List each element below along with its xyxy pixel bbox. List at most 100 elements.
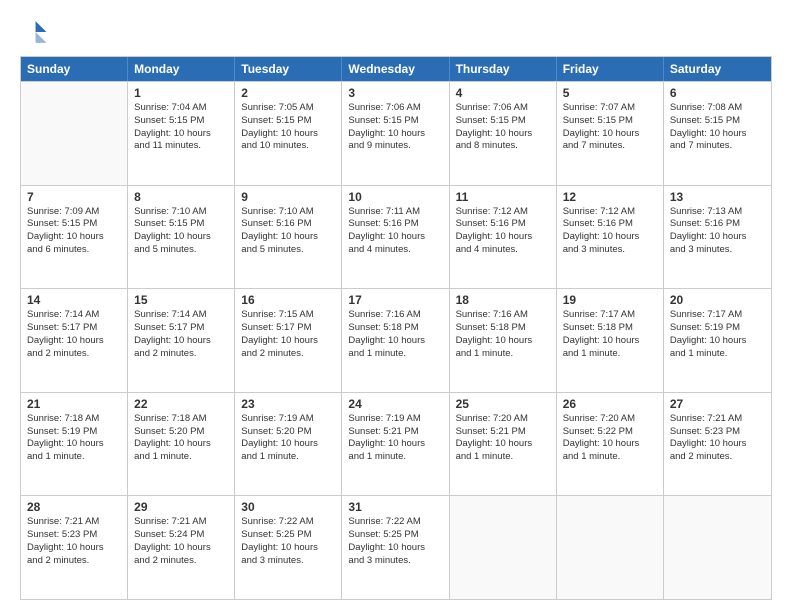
calendar-cell: 14Sunrise: 7:14 AM Sunset: 5:17 PM Dayli… xyxy=(21,289,128,392)
calendar-cell: 24 Sunrise: 7:19 AM Sunset: 5:21 PM Dayli… xyxy=(342,393,449,496)
page: SundayMondayTuesdayWednesdayThursdayFrid… xyxy=(0,0,792,612)
day-number: 27 xyxy=(670,397,765,411)
weekday-header: Saturday xyxy=(664,57,771,81)
calendar-header: SundayMondayTuesdayWednesdayThursdayFrid… xyxy=(21,57,771,81)
day-info: Sunrise: 7:10 AM Sunset: 5:15 PM Dayligh… xyxy=(134,206,228,257)
day-number: 9 xyxy=(241,190,335,204)
day-number: 31 xyxy=(348,500,442,514)
weekday-header: Monday xyxy=(128,57,235,81)
day-number: 5 xyxy=(563,86,657,100)
calendar-cell: 25 Sunrise: 7:20 AM Sunset: 5:21 PM Dayli… xyxy=(450,393,557,496)
calendar-cell: 12 Sunrise: 7:12 AM Sunset: 5:16 PM Dayli… xyxy=(557,186,664,289)
calendar-cell: 10 Sunrise: 7:11 AM Sunset: 5:16 PM Dayli… xyxy=(342,186,449,289)
day-info: Sunrise: 7:17 AM Sunset: 5:19 PM Dayligh… xyxy=(670,309,765,360)
day-info: Sunrise: 7:07 AM Sunset: 5:15 PM Dayligh… xyxy=(563,102,657,153)
day-info: Sunrise: 7:20 AM Sunset: 5:22 PM Dayligh… xyxy=(563,413,657,464)
day-number: 3 xyxy=(348,86,442,100)
day-info: Sunrise: 7:19 AM Sunset: 5:20 PM Dayligh… xyxy=(241,413,335,464)
calendar-body: 1Sunrise: 7:04 AM Sunset: 5:15 PM Daylig… xyxy=(21,81,771,599)
day-info: Sunrise: 7:15 AM Sunset: 5:17 PM Dayligh… xyxy=(241,309,335,360)
day-info: Sunrise: 7:18 AM Sunset: 5:19 PM Dayligh… xyxy=(27,413,121,464)
day-info: Sunrise: 7:06 AM Sunset: 5:15 PM Dayligh… xyxy=(456,102,550,153)
day-info: Sunrise: 7:16 AM Sunset: 5:18 PM Dayligh… xyxy=(348,309,442,360)
calendar-cell: 11Sunrise: 7:12 AM Sunset: 5:16 PM Dayli… xyxy=(450,186,557,289)
day-number: 12 xyxy=(563,190,657,204)
day-info: Sunrise: 7:21 AM Sunset: 5:24 PM Dayligh… xyxy=(134,516,228,567)
day-info: Sunrise: 7:21 AM Sunset: 5:23 PM Dayligh… xyxy=(27,516,121,567)
weekday-header: Friday xyxy=(557,57,664,81)
calendar-cell: 6 Sunrise: 7:08 AM Sunset: 5:15 PM Daylig… xyxy=(664,82,771,185)
day-info: Sunrise: 7:14 AM Sunset: 5:17 PM Dayligh… xyxy=(27,309,121,360)
calendar-cell: 20 Sunrise: 7:17 AM Sunset: 5:19 PM Dayli… xyxy=(664,289,771,392)
day-number: 28 xyxy=(27,500,121,514)
day-info: Sunrise: 7:22 AM Sunset: 5:25 PM Dayligh… xyxy=(241,516,335,567)
day-info: Sunrise: 7:18 AM Sunset: 5:20 PM Dayligh… xyxy=(134,413,228,464)
calendar-cell: 5 Sunrise: 7:07 AM Sunset: 5:15 PM Daylig… xyxy=(557,82,664,185)
day-number: 4 xyxy=(456,86,550,100)
weekday-header: Wednesday xyxy=(342,57,449,81)
calendar-cell xyxy=(557,496,664,599)
day-number: 2 xyxy=(241,86,335,100)
calendar-cell: 18 Sunrise: 7:16 AM Sunset: 5:18 PM Dayli… xyxy=(450,289,557,392)
day-info: Sunrise: 7:17 AM Sunset: 5:18 PM Dayligh… xyxy=(563,309,657,360)
day-number: 21 xyxy=(27,397,121,411)
day-info: Sunrise: 7:09 AM Sunset: 5:15 PM Dayligh… xyxy=(27,206,121,257)
day-info: Sunrise: 7:08 AM Sunset: 5:15 PM Dayligh… xyxy=(670,102,765,153)
calendar-cell: 19 Sunrise: 7:17 AM Sunset: 5:18 PM Dayli… xyxy=(557,289,664,392)
day-info: Sunrise: 7:14 AM Sunset: 5:17 PM Dayligh… xyxy=(134,309,228,360)
calendar-week-row: 1Sunrise: 7:04 AM Sunset: 5:15 PM Daylig… xyxy=(21,81,771,185)
day-number: 6 xyxy=(670,86,765,100)
calendar: SundayMondayTuesdayWednesdayThursdayFrid… xyxy=(20,56,772,600)
logo xyxy=(20,18,52,46)
day-info: Sunrise: 7:22 AM Sunset: 5:25 PM Dayligh… xyxy=(348,516,442,567)
day-number: 20 xyxy=(670,293,765,307)
day-number: 7 xyxy=(27,190,121,204)
calendar-cell xyxy=(664,496,771,599)
weekday-header: Sunday xyxy=(21,57,128,81)
day-info: Sunrise: 7:12 AM Sunset: 5:16 PM Dayligh… xyxy=(563,206,657,257)
day-number: 18 xyxy=(456,293,550,307)
calendar-week-row: 21 Sunrise: 7:18 AM Sunset: 5:19 PM Dayli… xyxy=(21,392,771,496)
calendar-cell: 27Sunrise: 7:21 AM Sunset: 5:23 PM Dayli… xyxy=(664,393,771,496)
day-info: Sunrise: 7:10 AM Sunset: 5:16 PM Dayligh… xyxy=(241,206,335,257)
day-number: 23 xyxy=(241,397,335,411)
calendar-cell: 4 Sunrise: 7:06 AM Sunset: 5:15 PM Daylig… xyxy=(450,82,557,185)
calendar-cell: 8Sunrise: 7:10 AM Sunset: 5:15 PM Daylig… xyxy=(128,186,235,289)
calendar-cell xyxy=(450,496,557,599)
calendar-cell: 23 Sunrise: 7:19 AM Sunset: 5:20 PM Dayli… xyxy=(235,393,342,496)
calendar-cell: 26 Sunrise: 7:20 AM Sunset: 5:22 PM Dayli… xyxy=(557,393,664,496)
calendar-cell: 22 Sunrise: 7:18 AM Sunset: 5:20 PM Dayli… xyxy=(128,393,235,496)
day-number: 15 xyxy=(134,293,228,307)
day-number: 1 xyxy=(134,86,228,100)
calendar-cell: 29 Sunrise: 7:21 AM Sunset: 5:24 PM Dayli… xyxy=(128,496,235,599)
day-number: 29 xyxy=(134,500,228,514)
calendar-week-row: 14Sunrise: 7:14 AM Sunset: 5:17 PM Dayli… xyxy=(21,288,771,392)
day-number: 17 xyxy=(348,293,442,307)
calendar-cell xyxy=(21,82,128,185)
day-number: 19 xyxy=(563,293,657,307)
day-number: 11 xyxy=(456,190,550,204)
weekday-header: Tuesday xyxy=(235,57,342,81)
day-info: Sunrise: 7:19 AM Sunset: 5:21 PM Dayligh… xyxy=(348,413,442,464)
day-info: Sunrise: 7:06 AM Sunset: 5:15 PM Dayligh… xyxy=(348,102,442,153)
calendar-cell: 15 Sunrise: 7:14 AM Sunset: 5:17 PM Dayli… xyxy=(128,289,235,392)
day-number: 10 xyxy=(348,190,442,204)
day-number: 25 xyxy=(456,397,550,411)
day-number: 22 xyxy=(134,397,228,411)
day-info: Sunrise: 7:20 AM Sunset: 5:21 PM Dayligh… xyxy=(456,413,550,464)
calendar-cell: 21 Sunrise: 7:18 AM Sunset: 5:19 PM Dayli… xyxy=(21,393,128,496)
day-number: 24 xyxy=(348,397,442,411)
day-info: Sunrise: 7:16 AM Sunset: 5:18 PM Dayligh… xyxy=(456,309,550,360)
calendar-cell: 1Sunrise: 7:04 AM Sunset: 5:15 PM Daylig… xyxy=(128,82,235,185)
day-number: 30 xyxy=(241,500,335,514)
logo-icon xyxy=(20,18,48,46)
calendar-cell: 3 Sunrise: 7:06 AM Sunset: 5:15 PM Daylig… xyxy=(342,82,449,185)
header xyxy=(20,18,772,46)
day-info: Sunrise: 7:11 AM Sunset: 5:16 PM Dayligh… xyxy=(348,206,442,257)
day-number: 26 xyxy=(563,397,657,411)
calendar-cell: 16 Sunrise: 7:15 AM Sunset: 5:17 PM Dayli… xyxy=(235,289,342,392)
day-number: 16 xyxy=(241,293,335,307)
day-info: Sunrise: 7:05 AM Sunset: 5:15 PM Dayligh… xyxy=(241,102,335,153)
calendar-cell: 28 Sunrise: 7:21 AM Sunset: 5:23 PM Dayli… xyxy=(21,496,128,599)
calendar-cell: 17 Sunrise: 7:16 AM Sunset: 5:18 PM Dayli… xyxy=(342,289,449,392)
